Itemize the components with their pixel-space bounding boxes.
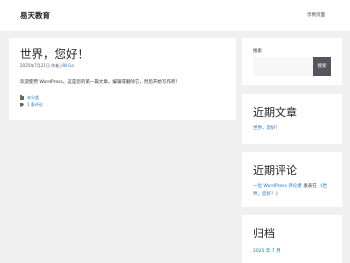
archives-widget: 归档 2025 年 7 月	[242, 215, 342, 263]
tag-icon	[20, 102, 24, 107]
post-card: 世界，您好！ 2025年7月21日 作者 ji9ih1a 欢迎使用 WordPr…	[9, 38, 236, 120]
archives-title: 归档	[253, 227, 275, 240]
post-content: 欢迎使用 WordPress。这是您的第一篇文章。编辑或删除它，然后开始写作吧！	[20, 80, 180, 85]
recent-comments-widget: 近期评论 一位 WordPress 评论者 发表在 《世 界，您好！》	[242, 152, 342, 207]
search-button[interactable]: 搜索	[313, 57, 331, 76]
recent-comment-line: 一位 WordPress 评论者 发表在 《世	[253, 183, 327, 189]
post-author[interactable]: ji9ih1a	[60, 63, 73, 68]
post-date[interactable]: 2025年7月21日	[20, 63, 50, 68]
comments-link[interactable]: 1 条评论	[27, 102, 43, 107]
site-header: 易天教育 示例页面	[0, 0, 350, 31]
recent-comments-title: 近期评论	[253, 164, 297, 177]
comment-post-link-part1[interactable]: 《世	[318, 184, 327, 189]
category-link[interactable]: 未分类	[27, 95, 39, 100]
archive-link[interactable]: 2025 年 7 月	[253, 248, 281, 254]
search-label: 搜索	[253, 49, 262, 54]
folder-icon	[20, 94, 24, 100]
recent-posts-widget: 近期文章 世界，您好！	[242, 94, 342, 144]
post-meta: 2025年7月21日 作者 ji9ih1a	[20, 63, 74, 69]
author-prefix: 作者	[51, 63, 60, 68]
comment-post-link-part2[interactable]: 界，您好！》	[253, 191, 280, 197]
search-widget: 搜索 搜索	[242, 38, 342, 85]
post-title[interactable]: 世界，您好！	[20, 46, 89, 62]
site-title[interactable]: 易天教育	[20, 10, 50, 21]
comment-author-link[interactable]: 一位 WordPress 评论者	[253, 184, 302, 189]
post-category: 未分类	[20, 94, 39, 101]
recent-posts-title: 近期文章	[253, 106, 297, 119]
search-input[interactable]	[253, 57, 313, 76]
recent-post-link[interactable]: 世界，您好！	[253, 125, 280, 131]
post-comments: 1 条评论	[20, 102, 43, 108]
comment-on-text: 发表在	[303, 184, 317, 189]
nav-link-sample-page[interactable]: 示例页面	[307, 12, 325, 18]
